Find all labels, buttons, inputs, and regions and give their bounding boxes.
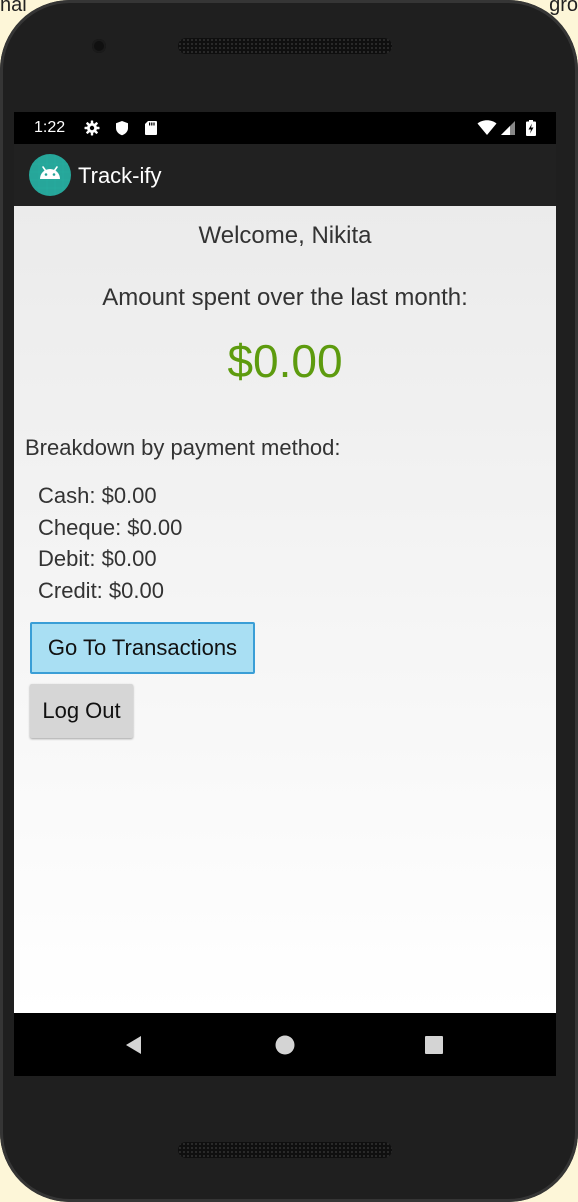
total-amount: $0.00 [227, 335, 343, 387]
app-title: Track-ify [78, 163, 162, 188]
home-icon[interactable] [273, 1033, 297, 1057]
background-text-right: gro [549, 0, 578, 16]
go-to-transactions-button[interactable]: Go To Transactions [30, 622, 255, 674]
status-bar: 1:22 [14, 112, 556, 144]
breakdown-list: Cash: $0.00 Cheque: $0.00 Debit: $0.00 C… [38, 480, 182, 606]
top-speaker [178, 38, 392, 54]
phone-frame: 1:22 Track-ify Welcome, Nikita Amount sp… [0, 0, 578, 1202]
status-time: 1:22 [34, 119, 66, 136]
background-text-left: nal [0, 0, 27, 16]
navigation-bar [14, 1013, 556, 1076]
wifi-icon [477, 120, 497, 136]
front-camera [92, 39, 106, 53]
sd-card-icon [143, 120, 159, 136]
phone-screen: 1:22 Track-ify Welcome, Nikita Amount sp… [14, 112, 556, 1076]
signal-icon [500, 120, 516, 136]
breakdown-label: Breakdown by payment method: [25, 435, 341, 460]
main-content: Welcome, Nikita Amount spent over the la… [14, 206, 556, 1013]
log-out-button[interactable]: Log Out [30, 684, 133, 738]
amount-spent-label: Amount spent over the last month: [102, 284, 468, 311]
battery-icon [526, 120, 536, 136]
app-bar: Track-ify [14, 144, 556, 206]
back-icon[interactable] [122, 1033, 146, 1057]
gear-icon [84, 120, 100, 136]
android-icon [29, 154, 71, 196]
breakdown-debit: Debit: $0.00 [38, 546, 157, 572]
bottom-speaker [178, 1142, 392, 1158]
breakdown-cash: Cash: $0.00 [38, 483, 157, 508]
shield-icon [114, 120, 130, 136]
welcome-text: Welcome, Nikita [198, 222, 372, 249]
breakdown-cheque: Cheque: $0.00 [38, 514, 183, 540]
breakdown-credit: Credit: $0.00 [38, 577, 164, 603]
recents-icon[interactable] [422, 1033, 446, 1057]
